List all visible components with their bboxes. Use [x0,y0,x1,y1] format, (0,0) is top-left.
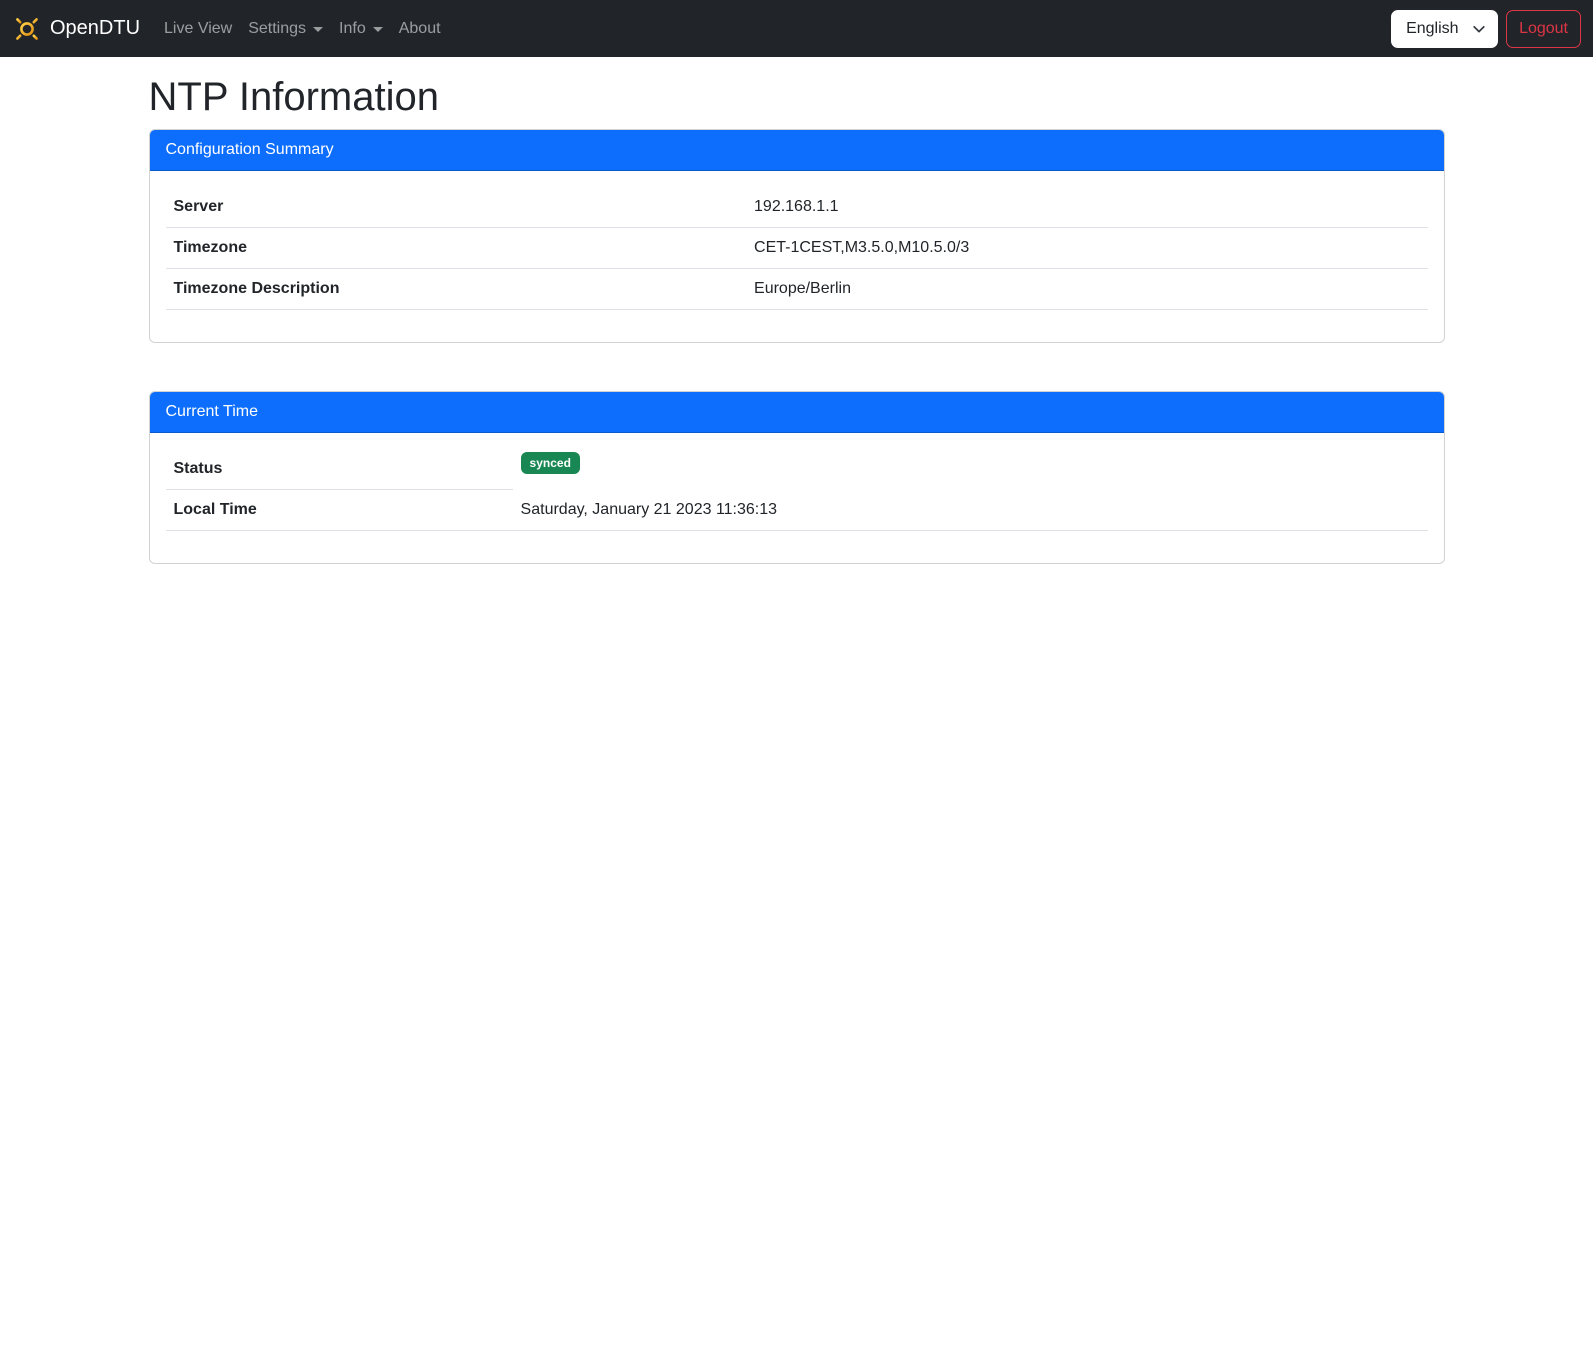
nav-item-label: Settings [248,20,306,38]
row-label-status: Status [166,449,513,490]
page-title: NTP Information [149,73,1445,121]
navbar: OpenDTU Live View Settings Info About En… [0,0,1593,57]
language-selected-value: English [1406,20,1458,38]
row-label-timezone-description: Timezone Description [166,269,747,310]
caret-down-icon [373,27,383,32]
status-badge: synced [521,452,580,474]
caret-down-icon [313,27,323,32]
table-row: Status synced [166,449,1428,490]
nav-item-live-view[interactable]: Live View [156,12,240,46]
configuration-summary-header: Configuration Summary [150,130,1444,171]
table-row: Timezone Description Europe/Berlin [166,269,1428,310]
chevron-down-icon [1472,22,1486,36]
nav-menu: Live View Settings Info About [156,12,1391,46]
table-row: Local Time Saturday, January 21 2023 11:… [166,490,1428,531]
current-time-card: Current Time Status synced Local Time Sa… [149,391,1445,564]
table-row: Timezone CET-1CEST,M3.5.0,M10.5.0/3 [166,228,1428,269]
row-value-timezone: CET-1CEST,M3.5.0,M10.5.0/3 [746,228,1427,269]
current-time-table: Status synced Local Time Saturday, Janua… [166,449,1428,531]
sun-logo-icon [12,14,42,44]
brand-label: OpenDTU [50,17,140,40]
configuration-summary-table: Server 192.168.1.1 Timezone CET-1CEST,M3… [166,187,1428,310]
nav-item-settings[interactable]: Settings [240,12,331,46]
logout-button[interactable]: Logout [1506,10,1581,48]
current-time-header: Current Time [150,392,1444,433]
row-label-timezone: Timezone [166,228,747,269]
row-value-local-time: Saturday, January 21 2023 11:36:13 [513,490,1428,531]
row-value-status: synced [513,449,1428,490]
current-time-body: Status synced Local Time Saturday, Janua… [150,433,1444,563]
navbar-right: English Logout [1391,10,1581,48]
nav-item-label: Info [339,20,366,38]
nav-item-label: Live View [164,20,232,38]
configuration-summary-card: Configuration Summary Server 192.168.1.1… [149,129,1445,343]
configuration-summary-body: Server 192.168.1.1 Timezone CET-1CEST,M3… [150,171,1444,342]
main-content: NTP Information Configuration Summary Se… [137,57,1457,564]
row-value-timezone-description: Europe/Berlin [746,269,1427,310]
nav-item-label: About [399,20,441,38]
brand-link[interactable]: OpenDTU [12,14,140,44]
nav-item-info[interactable]: Info [331,12,391,46]
row-value-server: 192.168.1.1 [746,187,1427,228]
row-label-local-time: Local Time [166,490,513,531]
language-select[interactable]: English [1391,10,1498,48]
nav-item-about[interactable]: About [391,12,449,46]
row-label-server: Server [166,187,747,228]
table-row: Server 192.168.1.1 [166,187,1428,228]
